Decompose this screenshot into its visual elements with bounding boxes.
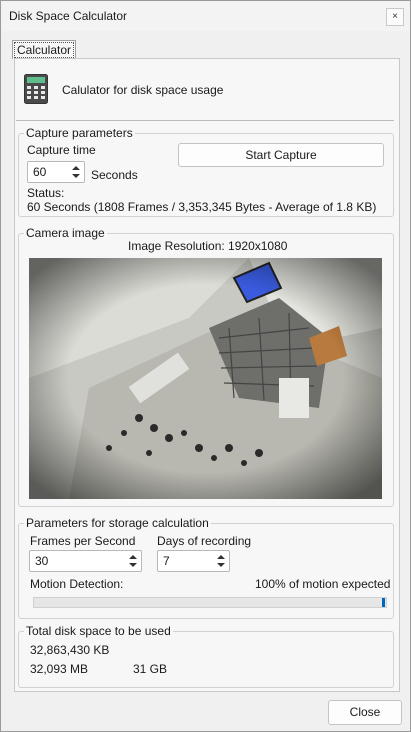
tab-calculator[interactable]: Calculator — [12, 40, 76, 59]
image-resolution: Image Resolution: 1920x1080 — [128, 239, 288, 253]
total-kb: 32,863,430 KB — [30, 643, 110, 657]
capture-time-unit: Seconds — [91, 168, 138, 182]
fps-stepper[interactable]: 30 — [29, 550, 142, 572]
fps-label: Frames per Second — [30, 534, 136, 548]
tab-calculator-label: Calculator — [13, 42, 75, 58]
motion-label: Motion Detection: — [30, 577, 124, 591]
start-capture-button[interactable]: Start Capture — [178, 143, 384, 167]
capture-time-stepper[interactable]: 60 — [27, 161, 85, 183]
capture-time-value: 60 — [33, 165, 47, 179]
close-button[interactable]: Close — [328, 700, 402, 725]
stepper-up-icon[interactable] — [217, 555, 225, 559]
stepper-up-icon[interactable] — [72, 166, 80, 170]
days-value: 7 — [163, 554, 170, 568]
storage-group-label: Parameters for storage calculation — [24, 516, 211, 530]
fps-value: 30 — [35, 554, 49, 568]
window-title: Disk Space Calculator — [9, 9, 128, 23]
camera-scene — [29, 258, 382, 499]
motion-slider[interactable] — [33, 597, 387, 608]
status-text: 60 Seconds (1808 Frames / 3,353,345 Byte… — [27, 200, 377, 214]
capture-time-label: Capture time — [27, 143, 96, 157]
motion-slider-thumb[interactable] — [382, 598, 385, 607]
capture-group-label: Capture parameters — [24, 126, 135, 140]
stepper-down-icon[interactable] — [217, 563, 225, 567]
stepper-down-icon[interactable] — [72, 174, 80, 178]
title-bar: Disk Space Calculator × — [1, 1, 410, 31]
calculator-icon — [24, 74, 48, 104]
intro-text: Calulator for disk space usage — [62, 83, 224, 97]
window-close-button[interactable]: × — [386, 8, 404, 26]
camera-group-label: Camera image — [24, 226, 107, 240]
total-mb: 32,093 MB — [30, 662, 89, 676]
stepper-down-icon[interactable] — [129, 563, 137, 567]
motion-value-text: 100% of motion expected — [255, 577, 391, 591]
stepper-arrows[interactable] — [126, 552, 140, 570]
days-stepper[interactable]: 7 — [157, 550, 230, 572]
stepper-arrows[interactable] — [214, 552, 228, 570]
total-gb: 31 GB — [133, 662, 168, 676]
total-group-label: Total disk space to be used — [24, 624, 173, 638]
stepper-up-icon[interactable] — [129, 555, 137, 559]
stepper-arrows[interactable] — [69, 163, 83, 181]
divider — [16, 120, 394, 121]
total-group — [18, 631, 394, 688]
camera-image — [29, 258, 382, 499]
days-label: Days of recording — [157, 534, 252, 548]
status-label: Status: — [27, 186, 65, 200]
